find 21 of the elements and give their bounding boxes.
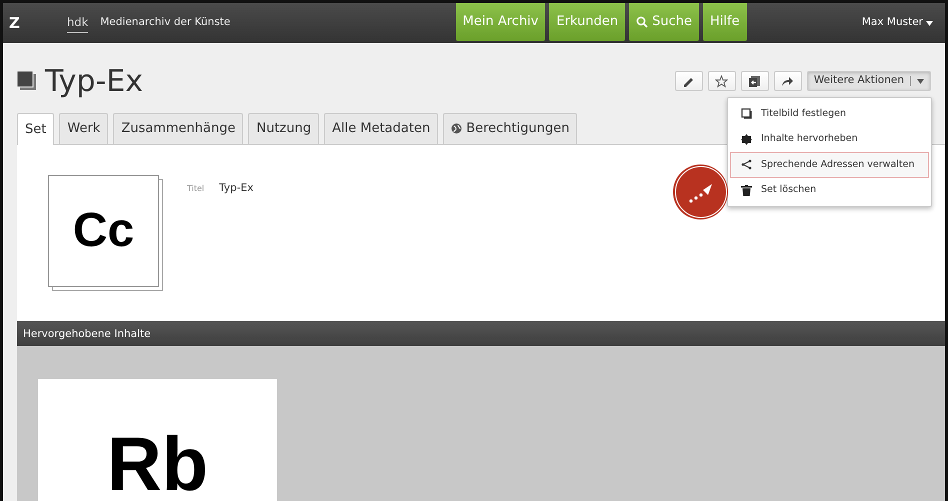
section-header: Hervorgehobene Inhalte xyxy=(17,320,945,346)
field-label: Titel xyxy=(187,182,204,194)
tab[interactable]: Set xyxy=(17,113,54,144)
menu-item[interactable]: Inhalte hervorheben xyxy=(730,126,929,152)
tab[interactable]: Werk xyxy=(59,113,108,144)
menu-item[interactable]: Set löschen xyxy=(730,178,929,203)
tab[interactable]: Zusammenhänge xyxy=(113,113,244,144)
tab[interactable]: Berechtigungen xyxy=(443,113,578,144)
more-actions-button[interactable]: Weitere Aktionen xyxy=(806,71,931,91)
menu-item[interactable]: Titelbild festlegen xyxy=(730,101,929,126)
menu-item[interactable]: Sprechende Adressen verwalten xyxy=(730,152,929,178)
tab[interactable]: Alle Metadaten xyxy=(324,113,438,144)
thumbnail-text: Rb xyxy=(106,426,208,501)
field-value: Typ-Ex xyxy=(219,180,254,196)
school-name: hdk xyxy=(67,13,88,33)
thumbnail-text: Cc xyxy=(72,202,134,258)
tab[interactable]: Nutzung xyxy=(248,113,320,144)
logo[interactable]: Z xyxy=(9,12,45,34)
page-title: Typ-Ex xyxy=(45,62,143,100)
app-name: Medienarchiv der Künste xyxy=(100,15,230,30)
user-menu[interactable]: Max Muster xyxy=(862,15,933,31)
